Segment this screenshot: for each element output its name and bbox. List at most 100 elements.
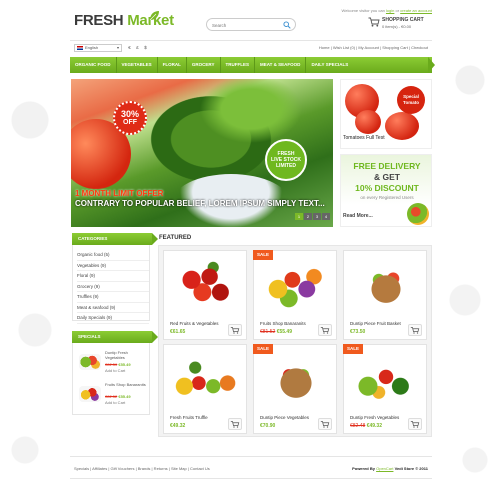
footer-divider-bottom [70, 478, 432, 479]
cart-title: SHOPPING CART [382, 17, 424, 23]
tomato-banner[interactable]: Special Tomato Tomatoes Full Test [340, 79, 432, 149]
category-item[interactable]: Organic food (5) [77, 250, 149, 261]
powered-prefix: Powered By [352, 466, 375, 471]
special-add-to-cart[interactable]: Add to Cart [105, 368, 125, 373]
nav-item-floral[interactable]: Floral [156, 57, 186, 73]
tomato-image-2 [355, 110, 381, 134]
slider-dot-2[interactable]: 2 [304, 213, 312, 220]
category-item[interactable]: Grocery (9) [77, 282, 149, 292]
special-name[interactable]: Fruits Shop Banaranits [105, 382, 147, 387]
add-to-cart-button[interactable] [228, 324, 242, 336]
product-price: €49.32 [170, 423, 185, 429]
fresh-stock-badge: FRESH LIVE STOCK LIMITED [265, 139, 307, 181]
special-price: €82.50 €55.49 [105, 362, 131, 367]
product-card[interactable]: SALE Duntip Piece Vegetables €70.90 [253, 344, 337, 434]
categories-header: CATEGORIES [72, 233, 158, 245]
product-old-price: €82.48 [350, 423, 366, 429]
product-price: €61.65 [170, 329, 185, 335]
category-item[interactable]: Vegetables (9) [77, 261, 149, 271]
footer-links[interactable]: Specials | Affiliates | Gift Vouchers | … [74, 466, 210, 471]
nav-item-grocery[interactable]: Grocery [185, 57, 220, 73]
logo[interactable]: FRESH Market [74, 11, 174, 29]
category-item[interactable]: Floral (9) [77, 271, 149, 282]
product-card[interactable]: Red Fruits & Vegetables €61.65 [163, 250, 247, 340]
tomato-caption: Tomatoes Full Test [343, 135, 385, 141]
add-to-cart-button[interactable] [318, 324, 332, 336]
product-name[interactable]: Fruits Shop Banaranits [260, 321, 306, 326]
product-name[interactable]: Duntip Piece Vegetables [260, 415, 309, 420]
search-box[interactable] [206, 18, 296, 31]
currency-euro[interactable]: € [126, 44, 133, 52]
language-select[interactable]: English ▾ [74, 44, 122, 52]
slider-dot-4[interactable]: 4 [322, 213, 330, 220]
specials-title: SPECIALS [78, 334, 101, 339]
login-link[interactable]: login [386, 8, 394, 13]
header-divider [70, 40, 432, 41]
category-item[interactable]: Daily Specials (9) [77, 313, 149, 324]
product-new-price: €73.50 [350, 329, 366, 335]
special-add-to-cart[interactable]: Add to Cart [105, 400, 125, 405]
category-item[interactable]: Truffles (9) [77, 292, 149, 303]
hero-slider[interactable]: 30% OFF FRESH LIVE STOCK LIMITED 1 MONTH… [71, 79, 333, 227]
product-name[interactable]: Duntip Fresh Vegetables [350, 415, 399, 420]
category-item[interactable]: Meat & seafood (9) [77, 303, 149, 313]
special-name[interactable]: Duntip Fresh Vegetables [105, 350, 147, 360]
delivery-line-4: on every Registered Users [360, 195, 414, 200]
currency-pound[interactable]: £ [134, 44, 141, 52]
special-item[interactable]: Fruits Shop Banaranits €82.52 €55.49 Add… [79, 382, 149, 412]
product-image[interactable] [260, 349, 332, 411]
product-new-price: €49.32 [170, 423, 186, 429]
featured-grid: Red Fruits & Vegetables €61.65 SALE Frui… [158, 245, 432, 437]
slider-dot-3[interactable]: 3 [313, 213, 321, 220]
product-card[interactable]: SALE Duntip Fresh Vegetables €82.48 €49.… [343, 344, 427, 434]
cart-icon [368, 17, 380, 27]
nav-item-daily-specials[interactable]: Daily Specials [305, 57, 353, 73]
veggie-image [407, 203, 429, 225]
product-old-price: €81.52 [260, 329, 276, 335]
product-image[interactable] [170, 255, 242, 317]
opencart-link[interactable]: OpenCart [376, 466, 393, 471]
product-card[interactable]: SALE Fruits Shop Banaranits €81.52 €55.4… [253, 250, 337, 340]
product-card[interactable]: Duntip Piece Fruit Basket €73.50 [343, 250, 427, 340]
product-card[interactable]: Fresh Fruits Truffle €49.32 [163, 344, 247, 434]
product-image[interactable] [350, 349, 422, 411]
product-name[interactable]: Red Fruits & Vegetables [170, 321, 219, 326]
product-image[interactable] [350, 255, 422, 317]
sale-badge: SALE [253, 344, 273, 354]
nav-item-truffles[interactable]: Truffles [219, 57, 255, 73]
search-icon[interactable] [283, 21, 291, 29]
product-image[interactable] [260, 255, 332, 317]
nav-ribbon-tail [428, 57, 435, 73]
search-input[interactable] [212, 21, 282, 29]
leaf-icon [149, 11, 159, 21]
add-to-cart-button[interactable] [408, 324, 422, 336]
product-new-price: €70.90 [260, 423, 276, 429]
nav-item-vegetables[interactable]: Vegetables [115, 57, 157, 73]
delivery-banner[interactable]: FREE DELIVERY & GET 10% DISCOUNT on ever… [340, 154, 432, 227]
read-more-link[interactable]: Read More... [343, 213, 373, 219]
nav-item-meat-seafood[interactable]: Meat & Seafood [254, 57, 305, 73]
special-item[interactable]: Duntip Fresh Vegetables €82.50 €55.49 Ad… [79, 350, 149, 380]
specials-box: SPECIALS Duntip Fresh Vegetables €82.50 … [72, 331, 158, 415]
product-price: €73.50 [350, 329, 365, 335]
slider-pagination: 1234 [295, 213, 331, 220]
special-thumb-image[interactable] [79, 354, 101, 370]
special-new-price: €55.49 [118, 362, 131, 367]
product-image[interactable] [170, 349, 242, 411]
welcome-text: Welcome visitor you can login or create … [342, 8, 432, 13]
fresh-line-3: LIMITED [276, 163, 296, 169]
top-links[interactable]: Home | Wish List (0) | My Account | Shop… [319, 45, 428, 50]
special-thumb-image[interactable] [79, 386, 101, 402]
product-name[interactable]: Fresh Fruits Truffle [170, 415, 208, 420]
currency-dollar[interactable]: $ [142, 44, 149, 52]
add-to-cart-button[interactable] [228, 418, 242, 430]
create-account-link[interactable]: create an account [400, 8, 432, 13]
product-name[interactable]: Duntip Piece Fruit Basket [350, 321, 401, 326]
shopping-cart[interactable]: SHOPPING CART 0 item(s) - €0.00 [368, 16, 432, 34]
slider-dot-1[interactable]: 1 [295, 213, 303, 220]
add-to-cart-button[interactable] [408, 418, 422, 430]
nav-item-organic-food[interactable]: Organic Food [70, 57, 116, 73]
sale-badge: SALE [253, 250, 273, 260]
powered-by: Powered By OpenCart Vedi Store © 2011 [352, 466, 428, 471]
add-to-cart-button[interactable] [318, 418, 332, 430]
